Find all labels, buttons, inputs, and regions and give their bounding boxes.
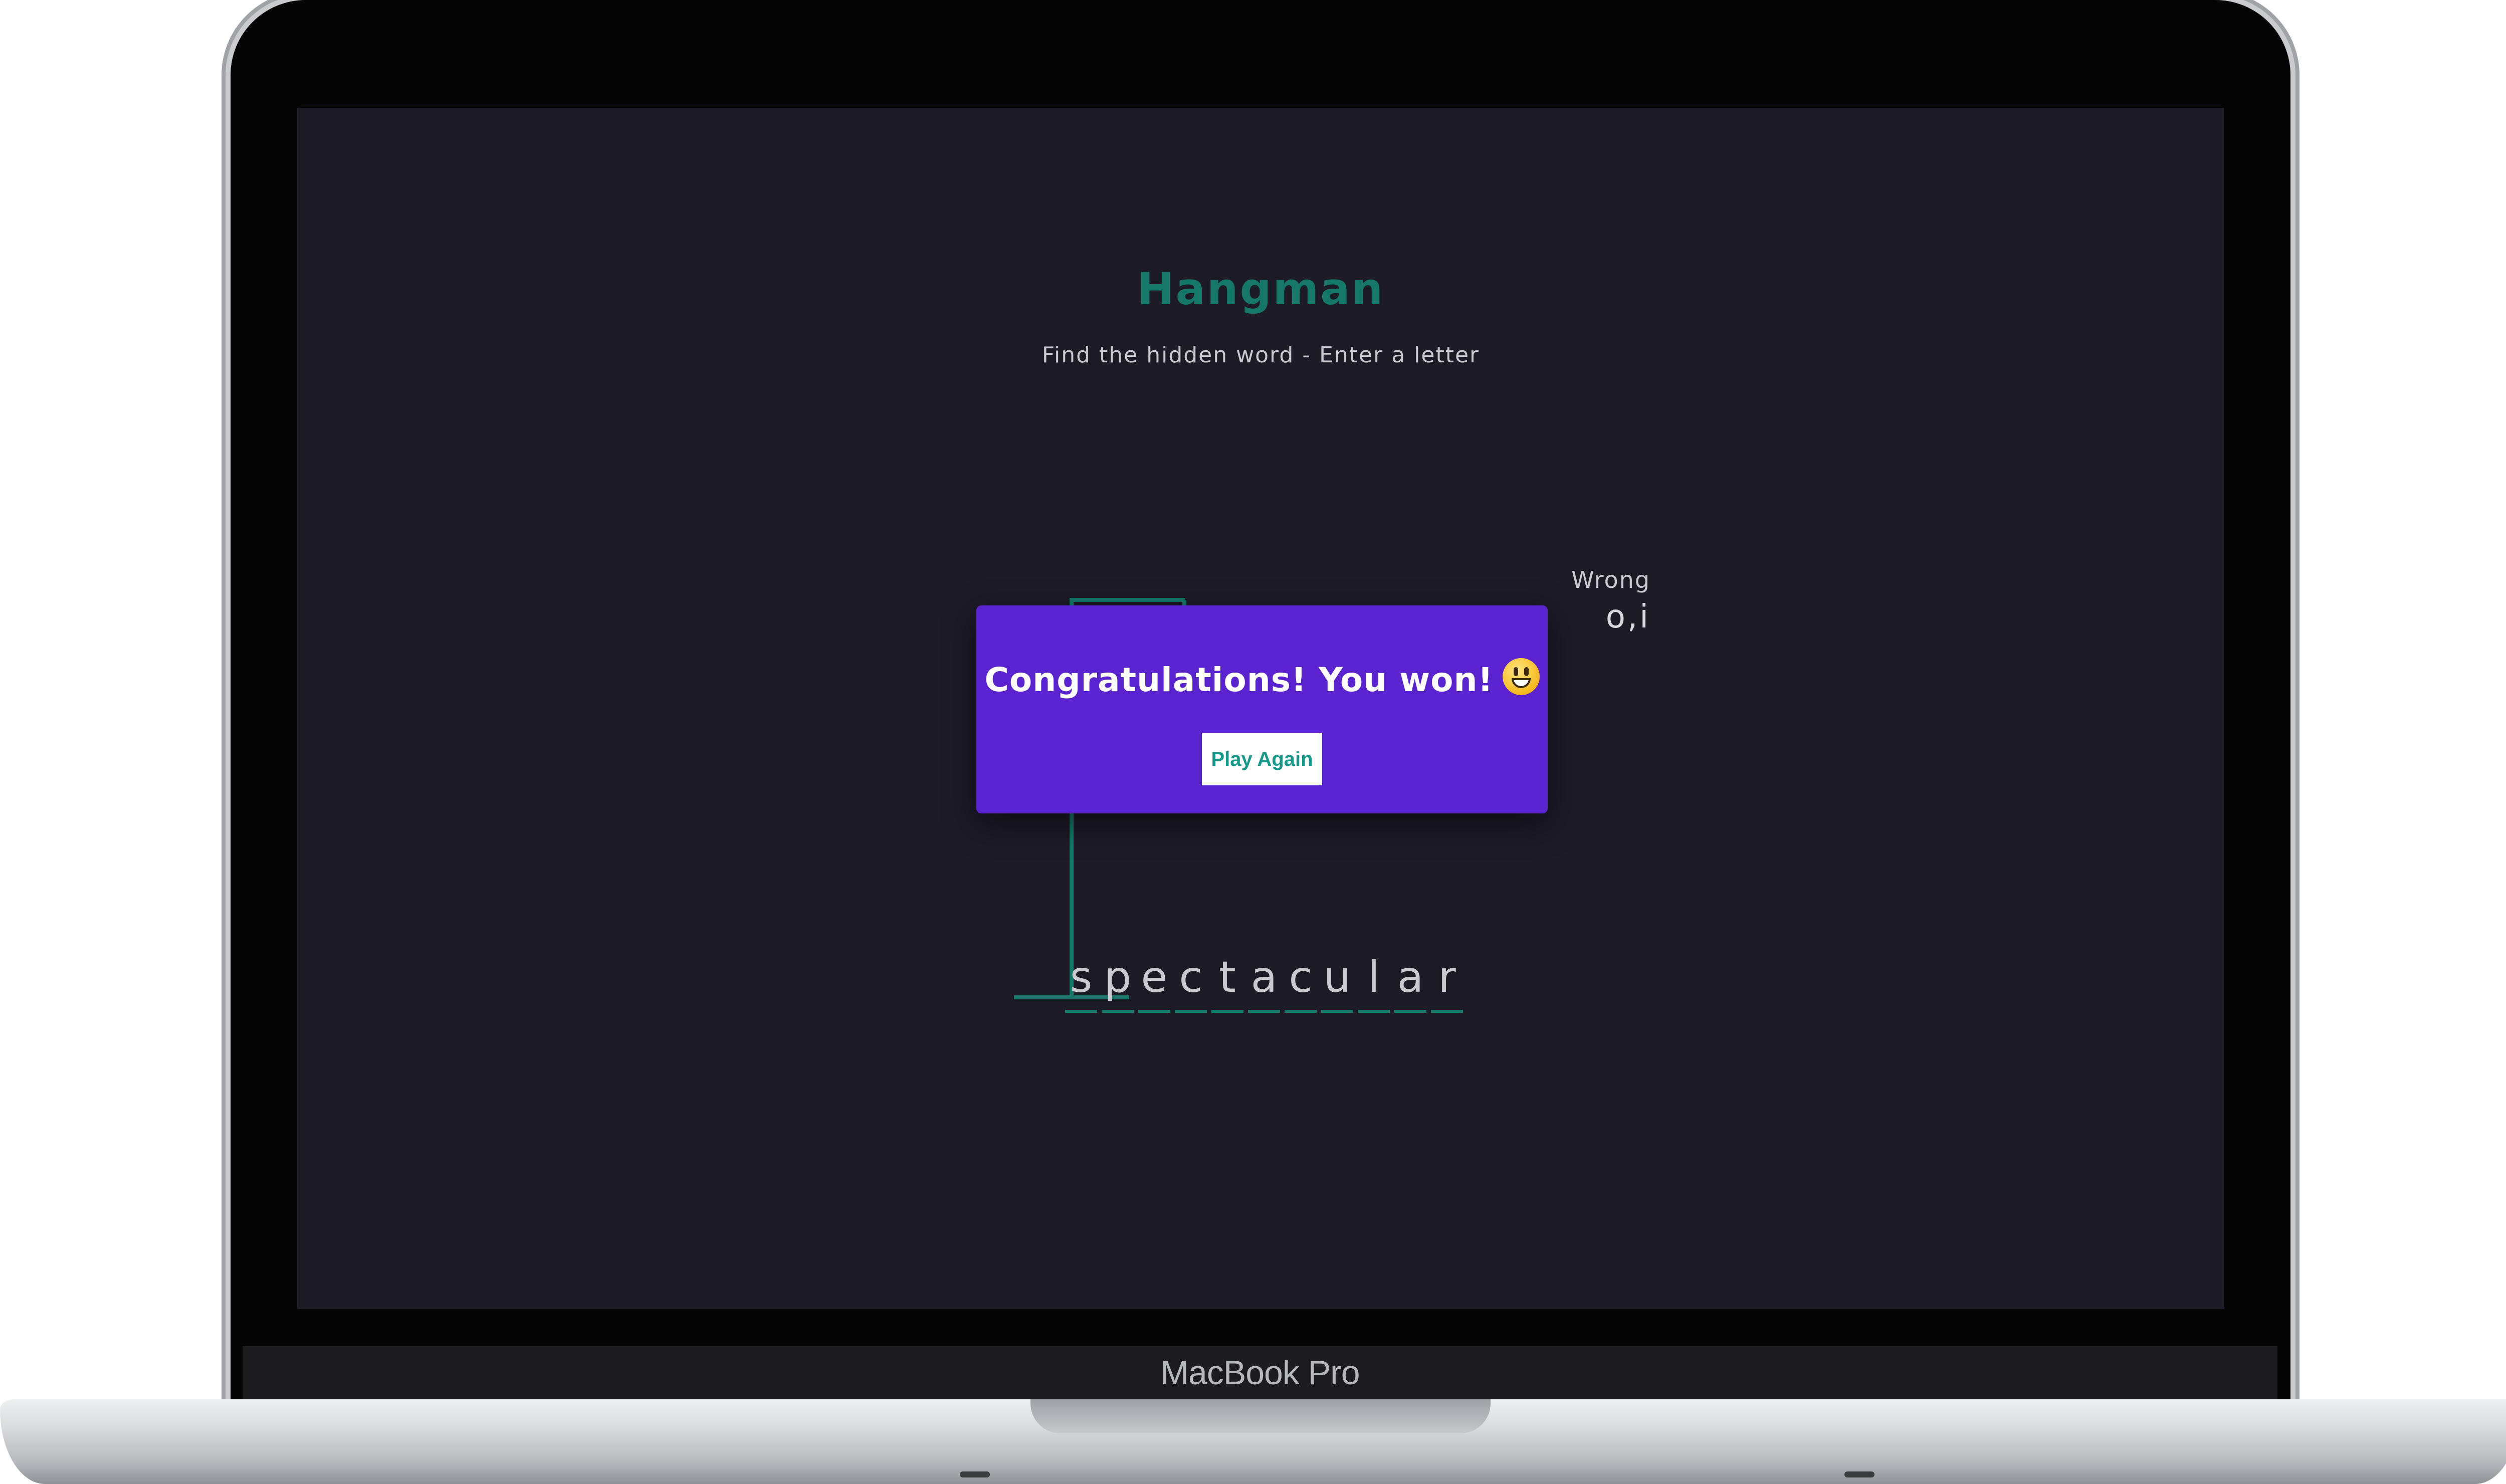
popup-message: Congratulations! You won! — [984, 661, 1494, 699]
word-letter: p — [1102, 950, 1134, 1013]
word-letter: u — [1321, 950, 1353, 1013]
word-letter: r — [1431, 950, 1463, 1013]
win-popup: Congratulations! You won! Play Again — [976, 605, 1548, 813]
word-letter: l — [1358, 950, 1390, 1013]
word-letter: s — [1065, 950, 1097, 1013]
popup-message-row: Congratulations! You won! — [976, 658, 1548, 699]
laptop-foot-left — [960, 1471, 990, 1477]
word-letter: a — [1394, 950, 1426, 1013]
laptop-notch — [1030, 1399, 1491, 1433]
word-letter: e — [1138, 950, 1170, 1013]
word-letter: t — [1211, 950, 1243, 1013]
app-screen: Hangman Find the hidden word - Enter a l… — [297, 108, 2224, 1309]
grinning-face-icon — [1502, 658, 1540, 695]
wrong-label: Wrong — [1571, 566, 1650, 593]
laptop-brand-label: MacBook Pro — [1160, 1354, 1360, 1392]
word-letter: a — [1248, 950, 1280, 1013]
word-letter: c — [1285, 950, 1317, 1013]
page-title: Hangman — [1137, 263, 1385, 315]
play-again-button[interactable]: Play Again — [1202, 733, 1322, 785]
page-subtitle: Find the hidden word - Enter a letter — [1041, 342, 1480, 368]
word-letter: c — [1175, 950, 1207, 1013]
hidden-word: s p e c t a c u l a r — [1065, 950, 1463, 1025]
laptop-foot-right — [1844, 1471, 1874, 1477]
